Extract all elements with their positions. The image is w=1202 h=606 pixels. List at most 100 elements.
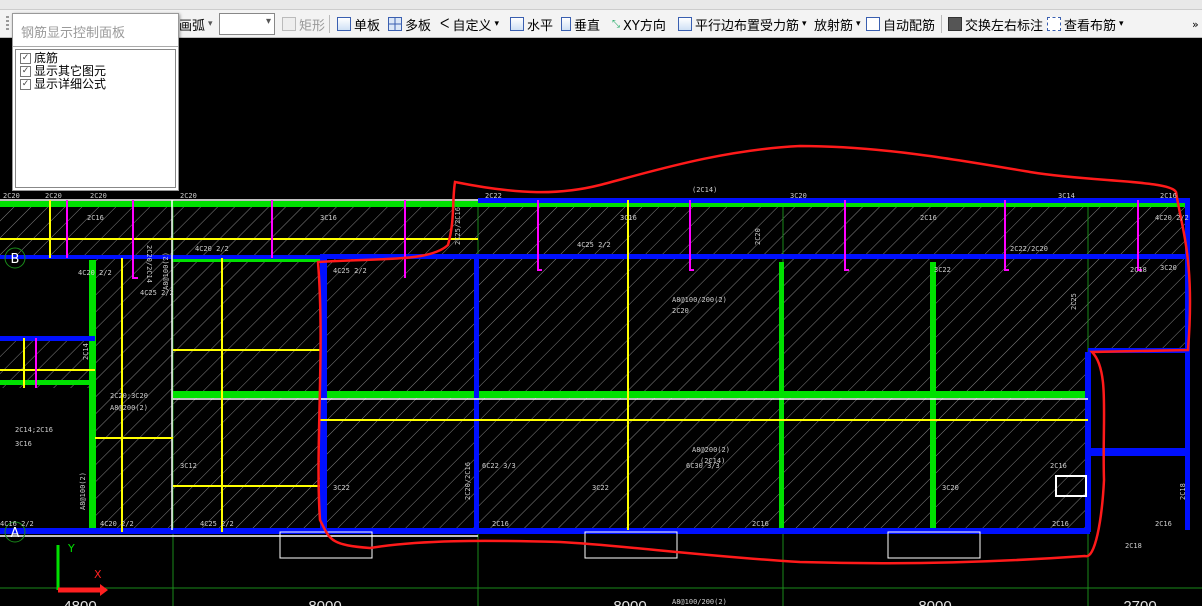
rebar-annotation[interactable]: 3C20 [1160, 264, 1177, 272]
parallel-edge-button[interactable]: 平行边布置受力筋 ▾ [678, 14, 807, 34]
rebar-annotation[interactable]: (2C14) [692, 186, 717, 194]
axis-label-a: A [11, 526, 20, 541]
rebar-annotation[interactable]: 2C22 [485, 192, 502, 200]
rebar-annotation[interactable]: 3C22 [592, 484, 609, 492]
view-label: 查看布筋 [1064, 18, 1117, 34]
vertical-button[interactable]: 垂直 [561, 14, 600, 34]
rebar-annotation[interactable]: 2C16 [1052, 520, 1069, 528]
rebar-annotation[interactable]: 2C20 [672, 307, 689, 315]
rebar-annotation[interactable]: 2C20 [3, 192, 20, 200]
top-toolbar-row [0, 0, 1202, 10]
rebar-annotation[interactable]: 3C16 [15, 440, 32, 448]
swap-labels-button[interactable]: 交换左右标注 [948, 14, 1043, 34]
arc-button[interactable]: 画弧 ▾ [179, 14, 213, 34]
single-slab-button[interactable]: 单板 [337, 14, 380, 34]
rebar-annotation[interactable]: 4C20 2/2 [1155, 214, 1189, 222]
rebar-annotation[interactable]: 3C16 [320, 214, 337, 222]
rebar-annotation[interactable]: 4C20 2/2 [78, 269, 112, 277]
rebar-annotation[interactable]: A8@200(2) [692, 446, 730, 454]
rebar-annotation[interactable]: 2C16 [752, 520, 769, 528]
rebar-annotation[interactable]: 6C30 3/3 [686, 462, 720, 470]
xy-label: XY方向 [623, 18, 666, 34]
rebar-annotation[interactable]: 2C20 [90, 192, 107, 200]
layer-select[interactable] [219, 13, 275, 35]
separator [941, 15, 942, 33]
rebar-annotation[interactable]: 2C16 [1160, 192, 1177, 200]
panel-option-checkbox[interactable]: ✓ 显示详细公式 [20, 78, 171, 91]
rebar-annotation[interactable]: 6C22 3/3 [482, 462, 516, 470]
rebar-annotation[interactable]: 2C22/2C20 [1010, 245, 1048, 253]
custom-button[interactable]: ᐸ 自定义 ▾ [440, 14, 499, 34]
rebar-annotation[interactable]: 2C20/2C16 [464, 462, 472, 500]
checkbox-icon[interactable]: ✓ [20, 79, 31, 90]
rebar-annotation[interactable]: 2C20 [180, 192, 197, 200]
rebar-display-control-panel: 钢筋显示控制面板 ✓ 底筋 ✓ 显示其它图元 ✓ 显示详细公式 [12, 13, 179, 191]
chevron-down-icon: ▾ [494, 19, 500, 29]
chevron-down-icon: ▾ [856, 19, 861, 29]
multi-slab-icon [388, 17, 402, 31]
rebar-annotation[interactable]: 2C20;3C20 [110, 392, 148, 400]
horizontal-button[interactable]: 水平 [510, 14, 553, 34]
rebar-annotation[interactable]: A8@100/200(2) [672, 296, 727, 304]
toolbar-grip[interactable] [6, 16, 9, 32]
view-rebar-button[interactable]: 查看布筋 ▾ [1047, 14, 1124, 34]
multi-slab-button[interactable]: 多板 [388, 14, 431, 34]
xy-direction-button[interactable]: ⤡ XY方向 [612, 14, 666, 34]
dimension-label: 2700 [1123, 598, 1156, 606]
rebar-annotation[interactable]: 2C25/2C16 [454, 207, 462, 245]
rect-icon [282, 17, 296, 31]
rebar-annotation[interactable]: A8@200(2) [110, 404, 148, 412]
rebar-annotation[interactable]: 2C20 [45, 192, 62, 200]
auto-label: 自动配筋 [883, 18, 936, 34]
rebar-annotation[interactable]: 4C16 2/2 [0, 520, 34, 528]
rebar-annotation[interactable]: 2C16 [920, 214, 937, 222]
rebar-annotation[interactable]: 2C16 [1155, 520, 1172, 528]
rebar-annotation[interactable]: 2C25 [1070, 293, 1078, 310]
rebar-annotation[interactable]: 3C12 [180, 462, 197, 470]
auto-rebar-button[interactable]: 自动配筋 [866, 14, 935, 34]
rebar-annotation[interactable]: 2C16 [1050, 462, 1067, 470]
dimension-label: 8000 [308, 598, 341, 606]
rebar-annotation[interactable]: A8@100(2) [79, 472, 87, 510]
rebar-annotation[interactable]: 2C14 [82, 343, 90, 360]
rebar-annotation[interactable]: 2C16 [87, 214, 104, 222]
view-rebar-icon [1047, 17, 1061, 31]
rebar-annotation[interactable]: 4C25 2/2 [200, 520, 234, 528]
rebar-annotation[interactable]: 2C20 [754, 228, 762, 245]
horizontal-icon [510, 17, 524, 31]
custom-label: 自定义 [452, 18, 492, 34]
rebar-annotation[interactable]: A8@100/200(2) [672, 598, 727, 606]
rebar-annotation[interactable]: 3C22 [934, 266, 951, 274]
rebar-annotation[interactable]: 3C16 [620, 214, 637, 222]
multi-label: 多板 [405, 18, 432, 34]
panel-options: ✓ 底筋 ✓ 显示其它图元 ✓ 显示详细公式 [15, 49, 176, 188]
checkbox-icon[interactable]: ✓ [20, 66, 31, 77]
rebar-annotation[interactable]: A8@100(2) [162, 252, 170, 290]
rebar-annotation[interactable]: 2C14;2C16 [15, 426, 53, 434]
rebar-annotation[interactable]: 4C20 2/2 [100, 520, 134, 528]
rebar-annotation[interactable]: 4C25 2/2 [333, 267, 367, 275]
vertical-icon [561, 17, 571, 31]
cad-canvas[interactable]: B A Y X 4800 8000 8000 8000 2700 2C20 2C20 2C2… [0, 38, 1202, 606]
checkbox-icon[interactable]: ✓ [20, 53, 31, 64]
rebar-annotation[interactable]: 3C20 [942, 484, 959, 492]
radial-rebar-button[interactable]: 放射筋 ▾ [814, 14, 861, 34]
chevron-down-icon: ▾ [1119, 19, 1124, 29]
toolbar-overflow-button[interactable]: » [1192, 14, 1199, 34]
rebar-annotation[interactable]: 3C22 [333, 484, 350, 492]
rebar-annotation[interactable]: 2C18 [1125, 542, 1142, 550]
axis-label-b: B [11, 252, 20, 267]
rebar-annotation[interactable]: 2C20/2C14 [145, 245, 153, 283]
rebar-annotation[interactable]: 2C18 [1179, 483, 1187, 500]
rebar-annotation[interactable]: 4C25 2/2 [577, 241, 611, 249]
rebar-annotation[interactable]: 2C16 [492, 520, 509, 528]
dimension-label: 4800 [63, 598, 96, 606]
rebar-annotation[interactable]: 3C14 [1058, 192, 1075, 200]
parallel-label: 平行边布置受力筋 [695, 18, 800, 34]
ucs-y-label: Y [67, 542, 75, 555]
single-slab-icon [337, 17, 351, 31]
rebar-annotation[interactable]: 3C20 [790, 192, 807, 200]
rebar-annotation[interactable]: 4C20 2/2 [195, 245, 229, 253]
rebar-annotation[interactable]: 2C18 [1130, 266, 1147, 274]
rect-button[interactable]: 矩形 [282, 14, 325, 34]
